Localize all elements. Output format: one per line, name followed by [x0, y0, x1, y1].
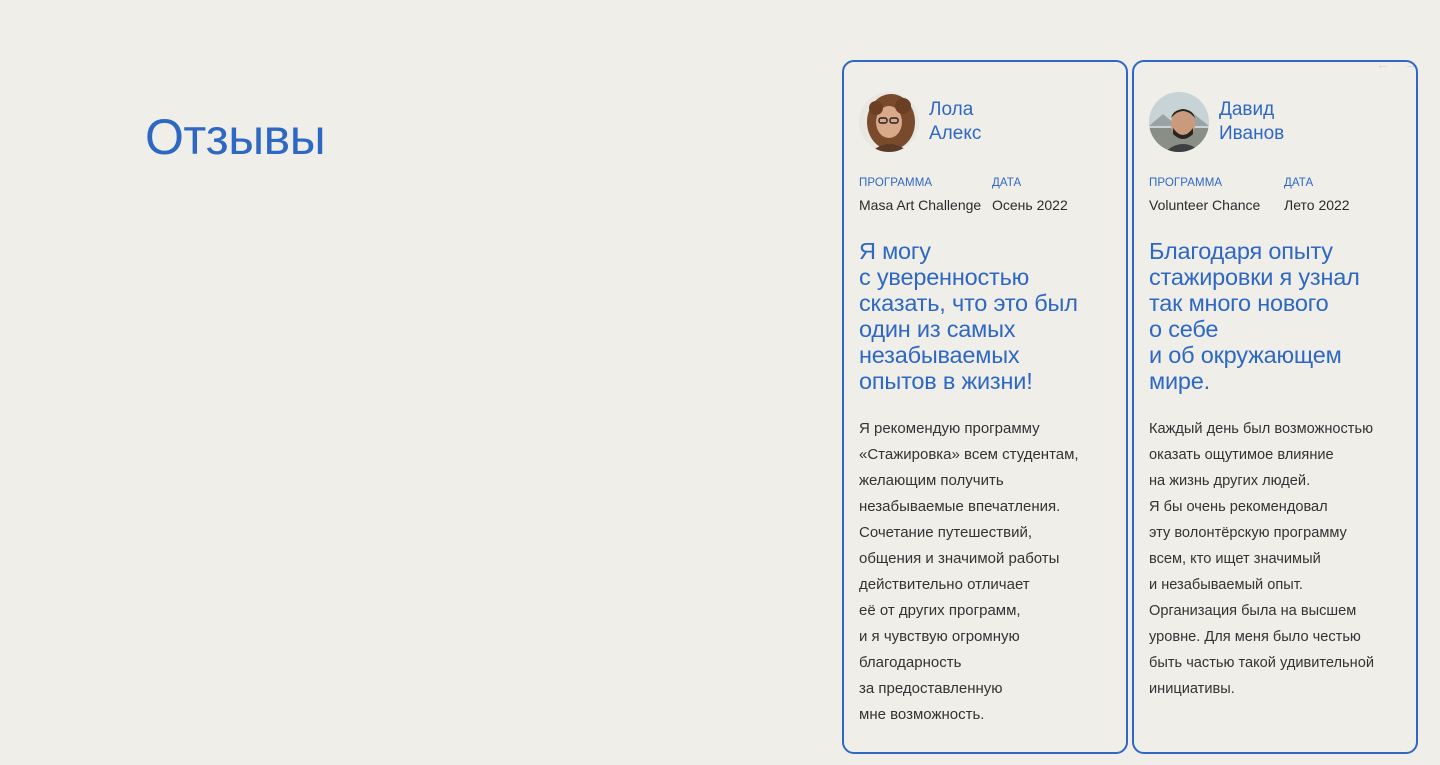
review-quote: Я могу с уверенностью сказать, что это б…	[859, 238, 1078, 394]
program-label: ПРОГРАММА	[859, 177, 933, 189]
date-value: Осень 2022	[992, 197, 1068, 213]
page-title: Отзывы	[145, 109, 326, 165]
reviewer-name: Давид Иванов	[1219, 99, 1285, 144]
review-card: Давид Иванов ПРОГРАММА Volunteer Chance …	[1132, 60, 1418, 754]
date-label: ДАТА	[992, 177, 1022, 189]
program-value: Volunteer Chance	[1149, 197, 1261, 213]
avatar	[859, 92, 919, 152]
date-label: ДАТА	[1284, 177, 1314, 189]
program-label: ПРОГРАММА	[1149, 177, 1223, 189]
date-value: Лето 2022	[1284, 197, 1350, 213]
avatar	[1149, 92, 1209, 152]
review-card: Лола Алекс ПРОГРАММА Masa Art Challenge …	[842, 60, 1128, 754]
reviewer-name: Лола Алекс	[929, 99, 982, 144]
program-value: Masa Art Challenge	[859, 197, 982, 213]
review-text: Я рекомендую программу «Стажировка» всем…	[859, 420, 1079, 723]
review-quote: Благодаря опыту стажировки я узнал так м…	[1149, 238, 1360, 394]
review-text: Каждый день был возможностью оказать ощу…	[1149, 421, 1374, 697]
